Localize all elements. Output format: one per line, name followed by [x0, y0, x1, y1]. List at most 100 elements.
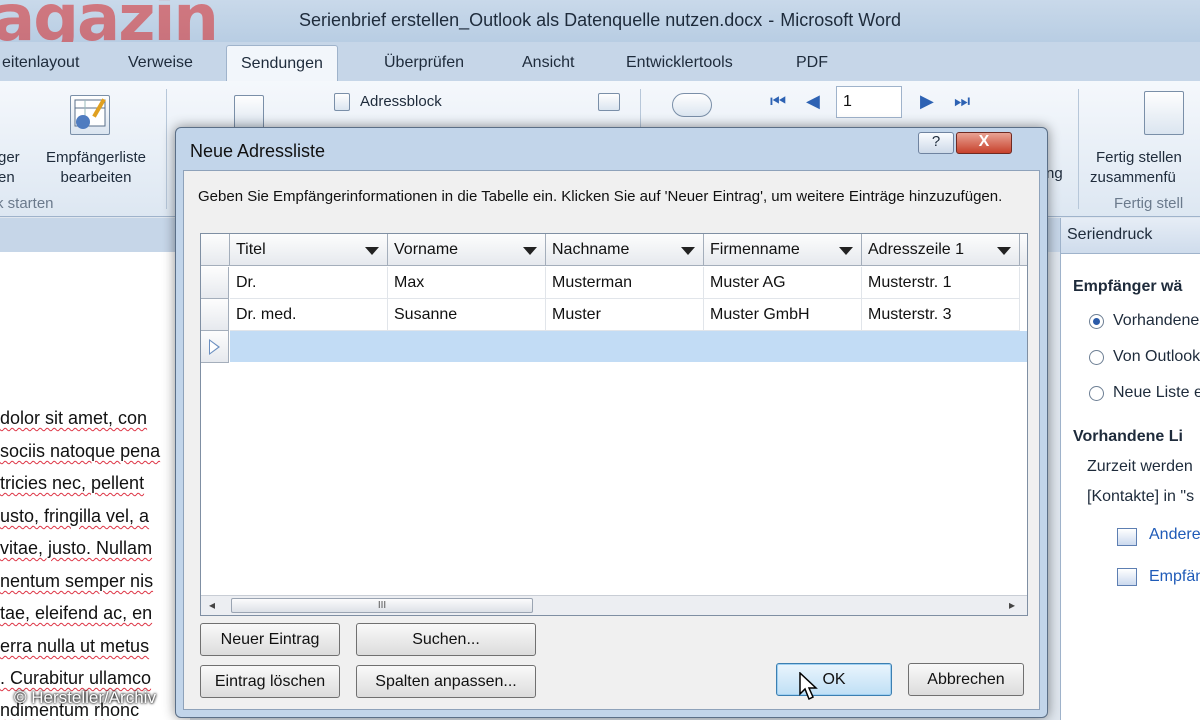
dialog-body: Geben Sie Empfängerinformationen in die …	[183, 170, 1040, 710]
new-row[interactable]	[230, 331, 1027, 362]
table-cell[interactable]: Muster	[546, 299, 704, 331]
pane-link-recipients[interactable]: Empfän	[1149, 568, 1200, 586]
column-header-firmenname[interactable]: Firmenname	[704, 234, 862, 266]
edit-recipients-line1[interactable]: Empfängerliste	[34, 149, 158, 166]
finish-merge-line2[interactable]: zusammenfü	[1090, 169, 1176, 186]
document-line: erra nulla ut metus	[0, 636, 150, 656]
last-record-icon[interactable]: ⏭	[954, 91, 970, 112]
partial-button-line1[interactable]: ger	[0, 149, 20, 166]
partial-button-line2[interactable]: en	[0, 169, 15, 186]
document-line: sociis natoque pena	[0, 441, 161, 461]
title-bar: agazin Serienbrief erstellen_Outlook als…	[0, 0, 1200, 56]
row-header-corner	[201, 234, 230, 266]
rules-icon[interactable]	[598, 93, 620, 111]
tab-pdf[interactable]: PDF	[782, 50, 842, 76]
document-line: tricies nec, pellent	[0, 473, 145, 493]
pane-section-recipients: Empfänger wä	[1073, 278, 1183, 295]
preview-results-icon[interactable]	[672, 93, 712, 117]
tab-seitenlayout[interactable]: eitenlayout	[0, 50, 93, 76]
address-table[interactable]: Titel Vorname Nachname Firmenname Adress…	[200, 233, 1028, 616]
table-header: Titel Vorname Nachname Firmenname Adress…	[201, 234, 1027, 266]
dropdown-arrow-icon[interactable]	[523, 247, 537, 255]
record-number-input[interactable]	[836, 86, 902, 118]
scroll-thumb[interactable]: III	[231, 598, 533, 613]
ribbon-separator	[1078, 89, 1079, 209]
column-header-nachname[interactable]: Nachname	[546, 234, 704, 266]
dropdown-arrow-icon[interactable]	[839, 247, 853, 255]
tab-verweise[interactable]: Verweise	[114, 50, 207, 76]
column-header-titel[interactable]: Titel	[230, 234, 388, 266]
scroll-right-icon[interactable]: ▸	[1009, 598, 1015, 612]
table-cell[interactable]: Musterstr. 3	[862, 299, 1020, 331]
table-cell[interactable]: Max	[388, 267, 546, 299]
image-credit: © Hersteller/Archiv	[14, 688, 156, 707]
delete-entry-button[interactable]: Eintrag löschen	[200, 665, 340, 698]
radio-existing-list[interactable]	[1089, 314, 1104, 329]
document-icon[interactable]	[234, 95, 264, 129]
finish-merge-icon[interactable]	[1144, 91, 1184, 135]
dropdown-arrow-icon[interactable]	[997, 247, 1011, 255]
document-line: nentum semper nis	[0, 571, 154, 591]
address-block-button[interactable]: Adressblock	[360, 93, 442, 110]
table-cell[interactable]: Dr.	[230, 267, 388, 299]
new-entry-button[interactable]: Neuer Eintrag	[200, 623, 340, 656]
edit-recipients-icon[interactable]	[70, 95, 110, 135]
document-line: . Curabitur ullamco	[0, 668, 152, 688]
first-record-icon[interactable]: ⏮	[770, 91, 786, 112]
next-record-icon[interactable]: ▶	[920, 91, 934, 112]
tab-ansicht[interactable]: Ansicht	[508, 50, 588, 76]
horizontal-scrollbar[interactable]: ◂ III ▸	[201, 595, 1027, 615]
table-icon[interactable]	[1117, 528, 1137, 546]
tab-ueberpruefen[interactable]: Überprüfen	[370, 50, 478, 76]
scroll-left-icon[interactable]: ◂	[209, 598, 215, 612]
window-title: Serienbrief erstellen_Outlook als Datenq…	[0, 10, 1200, 31]
dropdown-arrow-icon[interactable]	[365, 247, 379, 255]
radio-existing-label[interactable]: Vorhandene	[1113, 312, 1199, 330]
help-button[interactable]: ?	[918, 132, 954, 154]
cancel-button[interactable]: Abbrechen	[908, 663, 1024, 696]
row-selector[interactable]	[201, 267, 229, 299]
table-cell[interactable]: Musterman	[546, 267, 704, 299]
table-cell[interactable]: Susanne	[388, 299, 546, 331]
pane-section-existing: Vorhandene Li	[1073, 428, 1183, 445]
pane-link-other[interactable]: Andere	[1149, 526, 1200, 544]
radio-new-list-label[interactable]: Neue Liste e	[1113, 384, 1200, 402]
column-label: Titel	[236, 241, 266, 258]
pane-info-line1: Zurzeit werden	[1087, 458, 1193, 475]
column-label: Vorname	[394, 241, 459, 258]
customize-columns-button[interactable]: Spalten anpassen...	[356, 665, 536, 698]
app-title: Microsoft Word	[780, 10, 901, 30]
row-selector[interactable]	[201, 299, 229, 331]
edit-recipients-line2[interactable]: bearbeiten	[34, 169, 158, 186]
table-cell[interactable]: Dr. med.	[230, 299, 388, 331]
column-label: Adresszeile 1	[868, 241, 965, 258]
table-cell[interactable]: Muster GmbH	[704, 299, 862, 331]
dropdown-arrow-icon[interactable]	[681, 247, 695, 255]
close-button[interactable]: X	[956, 132, 1012, 154]
address-block-icon[interactable]	[334, 93, 350, 111]
previous-record-icon[interactable]: ◀	[806, 91, 820, 112]
radio-outlook-label[interactable]: Von Outlook	[1113, 348, 1200, 366]
edit-list-icon[interactable]	[1117, 568, 1137, 586]
new-row-selector[interactable]	[201, 331, 229, 363]
search-button[interactable]: Suchen...	[356, 623, 536, 656]
finish-merge-line1[interactable]: Fertig stellen	[1096, 149, 1182, 166]
table-cell[interactable]: Musterstr. 1	[862, 267, 1020, 299]
column-header-vorname[interactable]: Vorname	[388, 234, 546, 266]
ribbon-partial-label: ng	[1046, 165, 1063, 182]
tab-entwicklertools[interactable]: Entwicklertools	[612, 50, 747, 76]
tab-sendungen[interactable]: Sendungen	[226, 45, 338, 83]
document-page[interactable]: dolor sit amet, con sociis natoque pena …	[0, 252, 190, 720]
table-cell[interactable]: Muster AG	[704, 267, 862, 299]
dialog-instructions: Geben Sie Empfängerinformationen in die …	[198, 188, 1003, 205]
group-label-finish: Fertig stell	[1114, 195, 1184, 212]
document-title: Serienbrief erstellen_Outlook als Datenq…	[299, 10, 763, 30]
radio-new-list[interactable]	[1089, 386, 1104, 401]
ok-button[interactable]: OK	[776, 663, 892, 696]
column-header-adresszeile[interactable]: Adresszeile 1	[862, 234, 1020, 266]
document-line: vitae, justo. Nullam	[0, 538, 153, 558]
radio-outlook[interactable]	[1089, 350, 1104, 365]
dialog-title: Neue Adressliste	[190, 141, 326, 161]
new-address-list-dialog: Neue Adressliste ? X Geben Sie Empfänger…	[175, 127, 1048, 718]
column-label: Firmenname	[710, 241, 800, 258]
